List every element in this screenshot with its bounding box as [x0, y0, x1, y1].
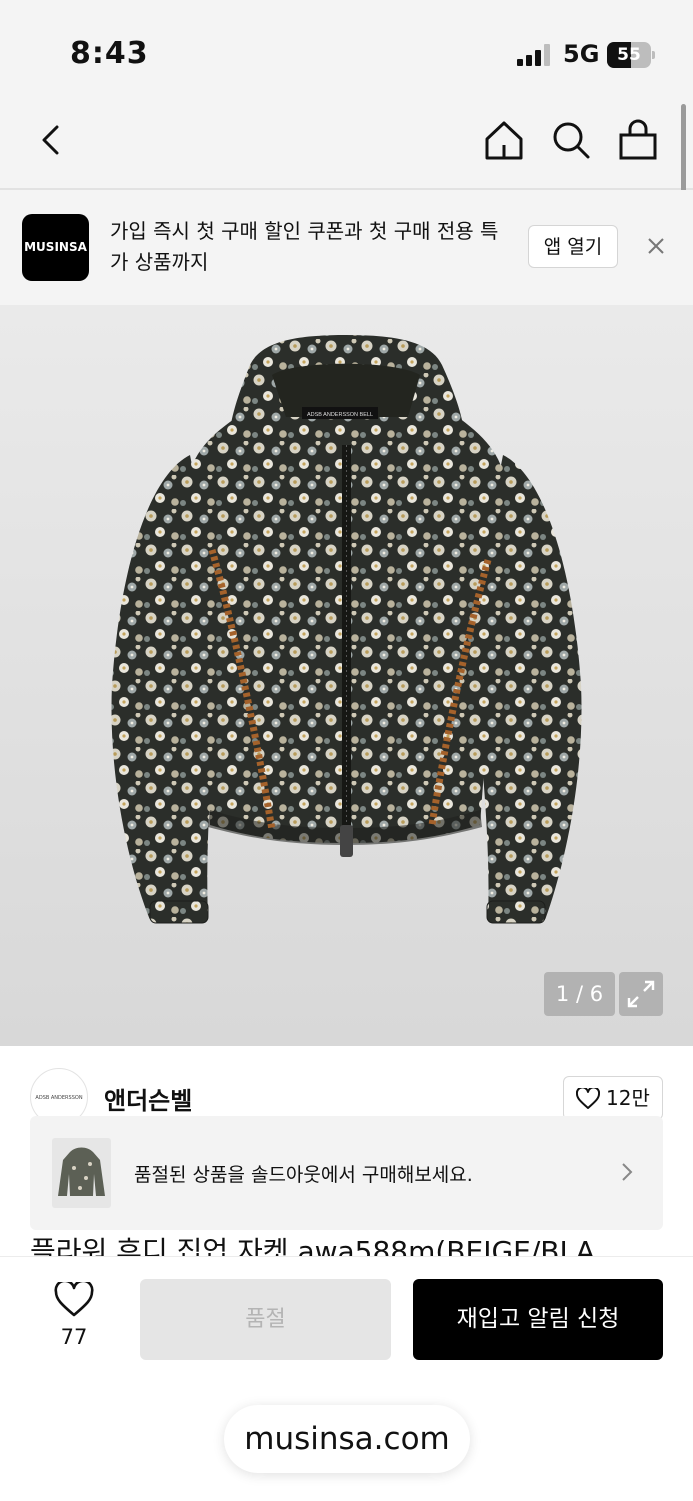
product-title: 플라워 후디 집업 자켓 awa588m(BEIGE/BLA	[30, 1230, 693, 1256]
product-like-button[interactable]	[54, 1279, 94, 1318]
heart-icon	[576, 1088, 600, 1109]
network-type: 5G	[563, 40, 600, 68]
page-scrollbar[interactable]	[681, 104, 686, 204]
expand-icon	[627, 980, 655, 1008]
soldout-button[interactable]: 품절	[140, 1279, 391, 1360]
search-button[interactable]	[549, 118, 593, 162]
banner-message: 가입 즉시 첫 구매 할인 쿠폰과 첫 구매 전용 특가 상품까지	[110, 219, 499, 274]
search-icon	[553, 122, 590, 159]
heart-icon	[54, 1279, 94, 1317]
restock-alert-button[interactable]: 재입고 알림 신청	[413, 1279, 663, 1360]
jacket-illustration: ADSB ANDERSSON BELL	[111, 335, 582, 924]
status-time: 8:43	[70, 36, 149, 71]
expand-image-button[interactable]	[619, 972, 663, 1016]
open-app-button[interactable]: 앱 열기	[528, 225, 618, 268]
back-button[interactable]	[30, 118, 74, 162]
url-bar[interactable]: musinsa.com	[224, 1405, 470, 1473]
back-icon	[42, 125, 59, 155]
image-counter: 1 / 6	[544, 972, 615, 1016]
banner-close-button[interactable]	[641, 231, 671, 261]
signal-icon	[517, 44, 553, 66]
brand-name[interactable]: 앤더슨벨	[104, 1081, 192, 1116]
brand-like-button[interactable]: 12만	[563, 1076, 663, 1120]
brand-like-count: 12만	[606, 1086, 650, 1110]
close-icon	[648, 238, 664, 254]
soldout-thumbnail	[52, 1138, 111, 1208]
home-icon	[485, 121, 523, 160]
home-button[interactable]	[482, 118, 526, 162]
product-title-text: 플라워 후디 집업 자켓 awa588m(BEIGE/BLA	[30, 1235, 595, 1256]
cart-button[interactable]	[616, 118, 660, 162]
soldout-message: 품절된 상품을 솔드아웃에서 구매해보세요.	[134, 1164, 473, 1186]
bag-icon	[619, 119, 657, 160]
brand-label: ADSB ANDERSSON BELL	[307, 412, 373, 418]
battery-icon: 55	[607, 42, 655, 68]
musinsa-logo: MUSINSA	[22, 214, 89, 281]
chevron-right-icon	[616, 1161, 638, 1183]
product-like-count: 77	[60, 1325, 88, 1349]
product-image[interactable]: ADSB ANDERSSON BELL	[0, 305, 693, 1046]
battery-level: 55	[617, 45, 641, 65]
